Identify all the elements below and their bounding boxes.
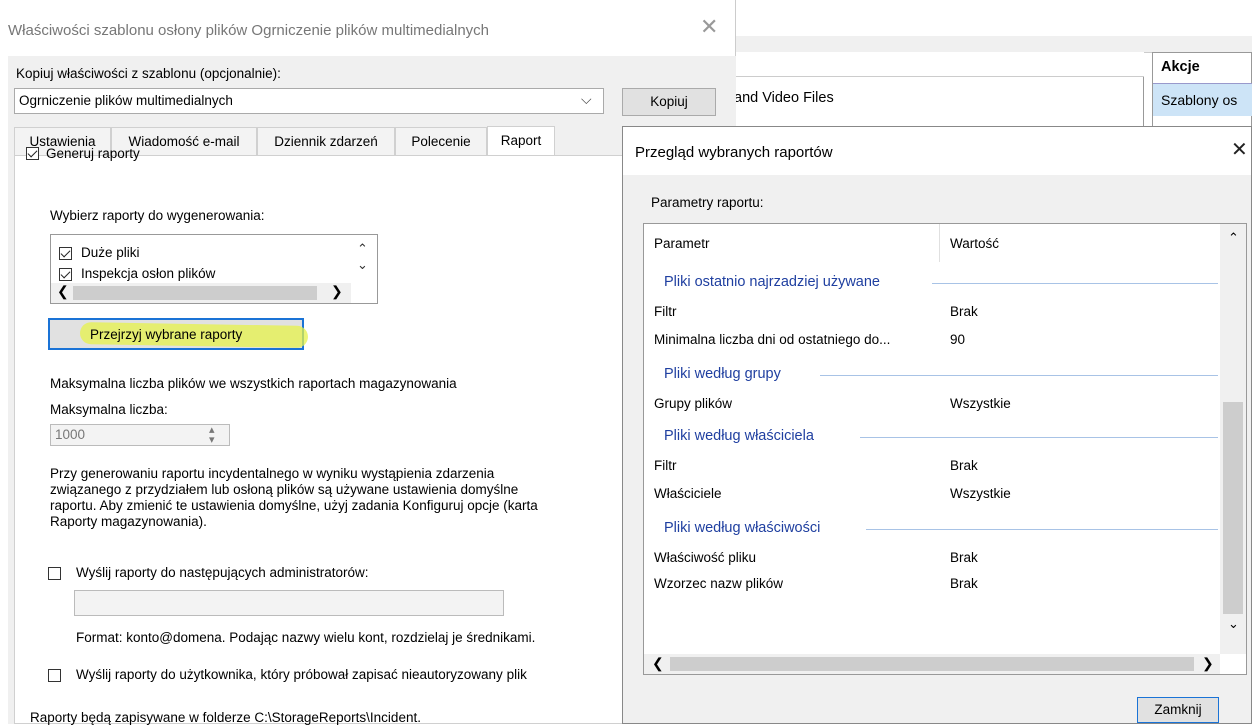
max-files-label: Maksymalna liczba plików we wszystkich r… [50,376,457,391]
section-header: Pliki według grupy [664,366,781,382]
max-number-label: Maksymalna liczba: [50,402,168,417]
background-list-item[interactable]: and Video Files [734,90,834,106]
max-number-input[interactable]: 1000 ▴ ▾ [50,424,230,446]
scroll-up-icon[interactable]: ⌃ [357,241,368,257]
send-admins-checkbox[interactable] [48,567,61,580]
col-header-param-label: Parametr [654,236,710,251]
section-header: Pliki ostatnio najrzadziej używane [664,274,880,290]
report-item-large-files[interactable]: Duże pliki [81,245,140,260]
tab-event-log[interactable]: Dziennik zdarzeń [257,127,395,155]
row-param[interactable]: Minimalna liczba dni od ostatniego do... [654,332,890,347]
col-header-value[interactable]: Wartość [940,224,1220,262]
review-close-icon[interactable]: ✕ [1231,137,1248,162]
admin-emails-input[interactable] [74,590,504,616]
footer-text: Raporty będą zapisywane w folderze C:\St… [30,710,421,725]
row-param[interactable]: Wzorzec nazw plików [654,576,783,591]
copy-template-value: Ogrniczenie plików multimedialnych [19,93,233,108]
scroll-right-icon[interactable]: ❯ [1202,655,1214,672]
params-label: Parametry raportu: [651,195,764,210]
chevron-down-icon: ⌵ [581,91,592,107]
scroll-up-icon[interactable]: ⌃ [1228,230,1239,246]
section-line [860,437,1218,438]
copy-label: Kopiuj właściwości z szablonu (opcjonaln… [16,66,281,81]
row-value: Brak [950,576,978,591]
tab-report[interactable]: Raport [487,126,555,156]
row-param[interactable]: Właściciele [654,486,722,501]
report-item-inspection-checkbox[interactable] [59,268,72,281]
row-value: Brak [950,304,978,319]
review-reports-label: Przejrzyj wybrane raporty [90,327,243,342]
scroll-thumb[interactable] [670,657,1194,671]
vertical-scrollbar[interactable]: ⌃ ⌄ [1220,224,1246,654]
row-param[interactable]: Filtr [654,458,677,473]
section-header: Pliki według właściwości [664,520,821,536]
reports-listbox[interactable]: Duże pliki Inspekcja osłon plików ⌃ ⌄ ❮ … [50,234,378,304]
actions-item-label: Szablony os [1161,92,1238,108]
row-value: Wszystkie [950,486,1011,501]
report-item-large-files-checkbox[interactable] [59,247,72,260]
tab-event-log-label: Dziennik zdarzeń [274,134,378,149]
review-reports-dialog: Przegląd wybranych raportów ✕ Parametry … [622,126,1252,724]
horizontal-scrollbar[interactable]: ❮ ❯ [644,654,1220,674]
row-value: Wszystkie [950,396,1011,411]
params-list[interactable]: Parametr Wartość Pliki ostatnio najrzadz… [643,223,1247,675]
scroll-right-icon[interactable]: ❯ [331,283,343,300]
dialog-title: Właściwości szablonu osłony plików Ogrni… [8,22,490,39]
scroll-down-icon[interactable]: ⌄ [357,257,368,273]
row-param[interactable]: Właściwość pliku [654,550,756,565]
send-user-label: Wyślij raporty do użytkownika, który pró… [76,667,527,682]
report-item-inspection[interactable]: Inspekcja osłon plików [81,266,215,281]
section-line [932,283,1218,284]
send-admins-label: Wyślij raporty do następujących administ… [76,565,369,580]
background-toolbar [730,36,1252,53]
copy-template-select[interactable]: Ogrniczenie plików multimedialnych ⌵ [14,88,604,114]
scroll-down-icon[interactable]: ⌄ [1228,616,1239,632]
copy-button[interactable]: Kopiuj [622,88,716,116]
row-value: Brak [950,550,978,565]
row-value: 90 [950,332,966,347]
max-number-value: 1000 [55,427,86,442]
col-header-param[interactable]: Parametr [644,224,940,262]
tab-report-label: Raport [500,133,542,148]
copy-button-label: Kopiuj [650,94,688,109]
row-value: Brak [950,458,978,473]
col-header-value-label: Wartość [950,236,1000,251]
tab-email-label: Wiadomość e-mail [128,134,240,149]
section-line [820,375,1218,376]
tab-command[interactable]: Polecenie [395,127,487,155]
row-param[interactable]: Grupy plików [654,396,732,411]
actions-header: Akcje [1161,59,1200,75]
actions-item[interactable]: Szablony os [1153,83,1252,116]
format-hint: Format: konto@domena. Podając nazwy wiel… [76,630,536,645]
scroll-left-icon[interactable]: ❮ [652,655,664,672]
choose-reports-label: Wybierz raporty do wygenerowania: [50,208,265,223]
section-header: Pliki według właściciela [664,428,814,444]
horizontal-scrollbar[interactable]: ❮ ❯ [51,283,351,303]
scroll-thumb[interactable] [73,286,317,300]
row-param[interactable]: Filtr [654,304,677,319]
generate-reports-label: Generuj raporty [46,146,140,161]
review-reports-button[interactable]: Przejrzyj wybrane raporty [48,318,309,350]
dialog-close-icon[interactable]: ✕ [700,14,718,40]
generate-reports-checkbox[interactable] [26,147,39,160]
scroll-left-icon[interactable]: ❮ [57,283,69,300]
tab-command-label: Polecenie [411,134,471,149]
section-line [866,529,1218,530]
close-button[interactable]: Zamknij [1137,697,1219,723]
send-user-checkbox[interactable] [48,669,61,682]
close-button-label: Zamknij [1154,702,1202,717]
spinner-icon[interactable]: ▴ ▾ [209,425,215,446]
scroll-thumb[interactable] [1223,402,1243,614]
review-title: Przegląd wybranych raportów [635,144,833,161]
